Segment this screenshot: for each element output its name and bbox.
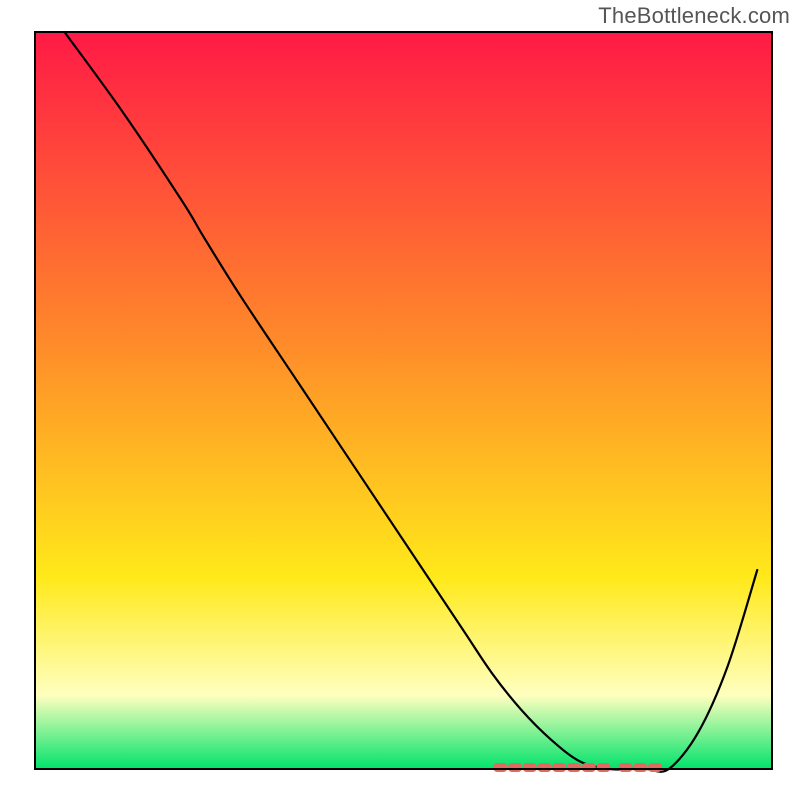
trough-marker [538,763,552,772]
trough-marker [633,763,647,772]
trough-marker [493,763,507,772]
trough-marker [596,763,610,772]
trough-markers [493,763,662,772]
trough-marker [619,763,633,772]
trough-marker [567,763,581,772]
trough-marker [648,763,662,772]
trough-marker [552,763,566,772]
watermark-text: TheBottleneck.com [598,3,790,29]
trough-marker [523,763,537,772]
plot-background [35,32,772,769]
trough-marker [508,763,522,772]
bottleneck-chart [0,0,800,800]
trough-marker [582,763,596,772]
